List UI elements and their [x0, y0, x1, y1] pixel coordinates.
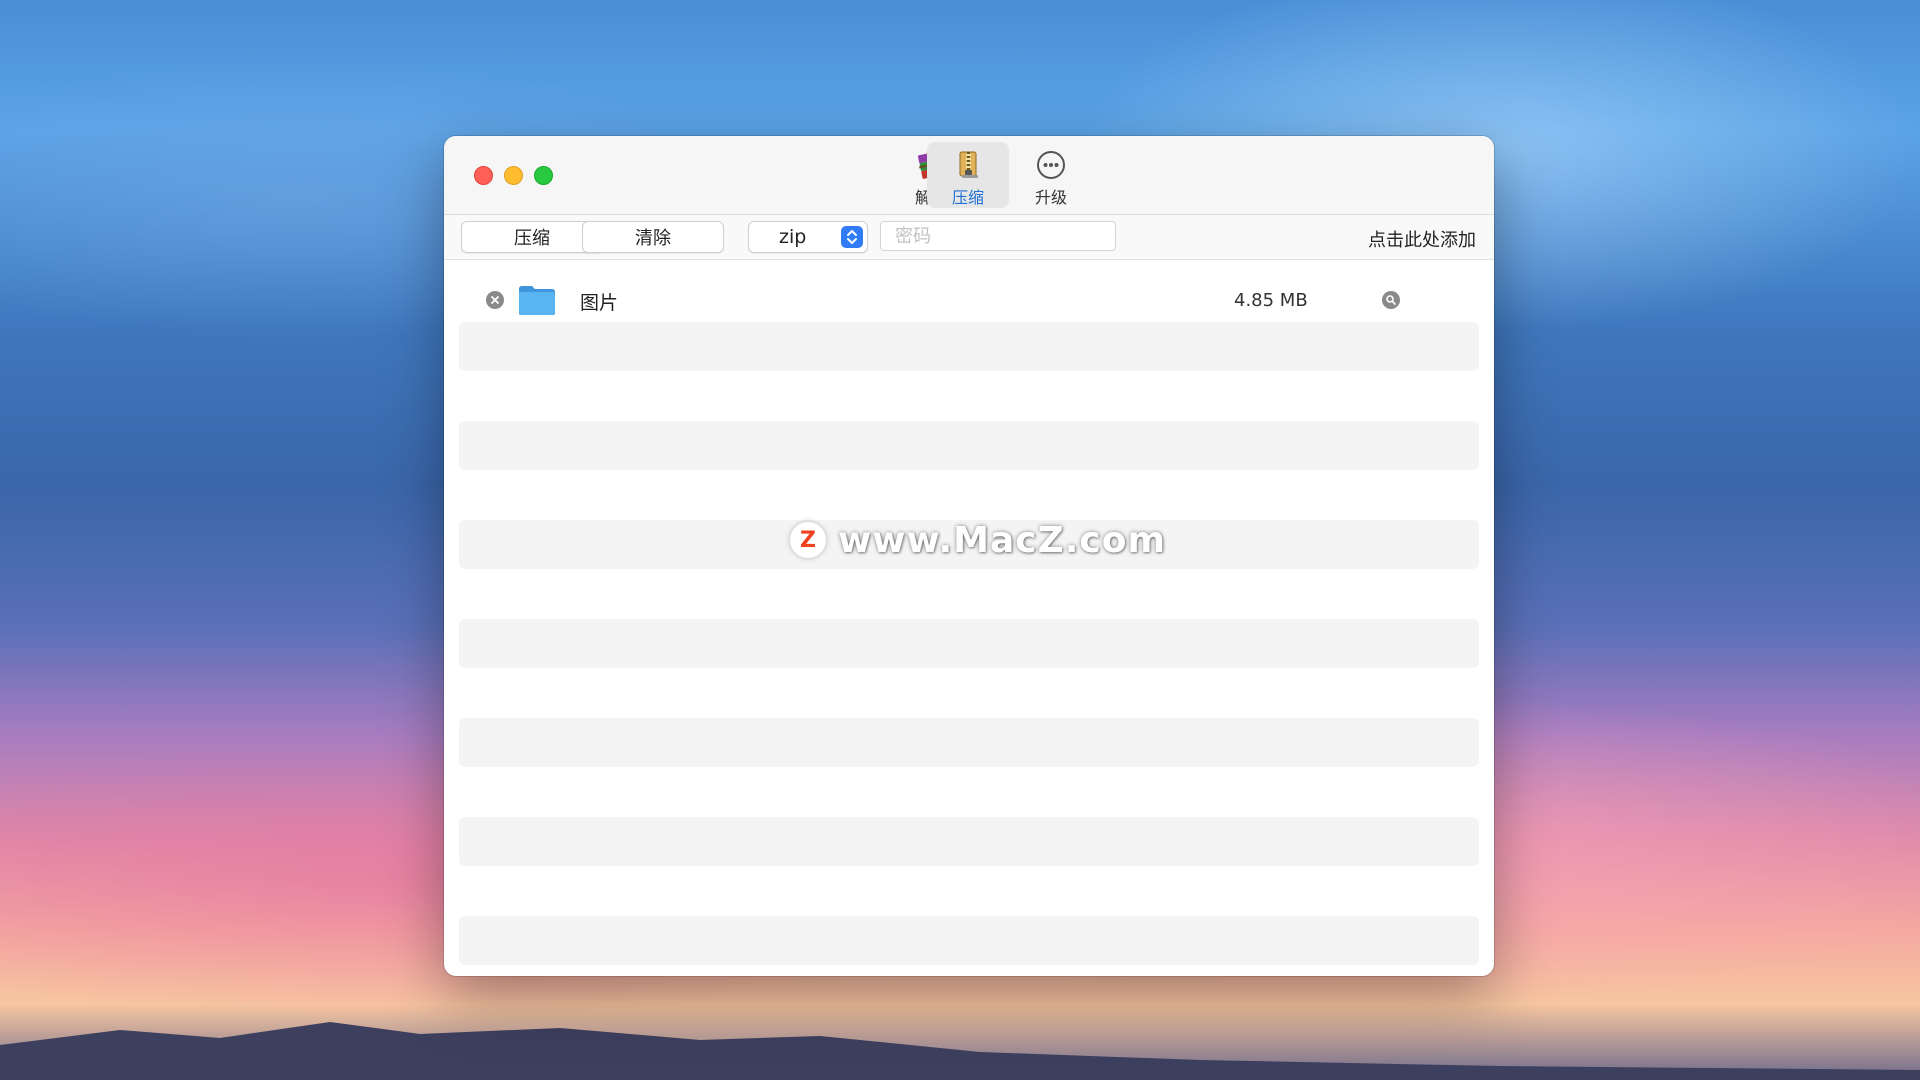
mountain-silhouette: [0, 1022, 1920, 1080]
list-row-stripe: [459, 916, 1479, 965]
click-to-add-link[interactable]: 点击此处添加: [1368, 226, 1476, 252]
close-icon: [491, 296, 499, 304]
watermark: Z www.MacZ.com: [790, 518, 1166, 562]
close-window-button[interactable]: [474, 166, 493, 185]
list-row-stripe: [459, 421, 1479, 470]
title-bar: 解压 压缩: [444, 136, 1494, 215]
file-name: 图片: [580, 292, 619, 314]
macz-logo: Z: [790, 522, 826, 558]
tab-compress[interactable]: 压缩: [927, 142, 1009, 208]
password-input[interactable]: [880, 221, 1116, 251]
action-bar: 压缩 清除 zip 点击此处添加: [444, 215, 1494, 260]
list-row-stripe: [459, 817, 1479, 866]
tab-compress-label: 压缩: [951, 188, 984, 207]
magnifier-icon: [1386, 295, 1396, 305]
minimize-window-button[interactable]: [504, 166, 523, 185]
reveal-file-button[interactable]: [1382, 291, 1400, 309]
more-circle-icon: [1033, 148, 1069, 182]
tab-upgrade[interactable]: 升级: [1010, 142, 1092, 208]
file-size: 4.85 MB: [1234, 290, 1308, 311]
zoom-window-button[interactable]: [534, 166, 553, 185]
list-row-stripe: [459, 322, 1479, 371]
format-select-value: zip: [779, 226, 807, 248]
chevron-updown-icon: [841, 226, 863, 248]
remove-file-button[interactable]: [486, 291, 504, 309]
clear-button[interactable]: 清除: [582, 221, 724, 253]
tab-upgrade-label: 升级: [1034, 188, 1067, 207]
format-select[interactable]: zip: [748, 221, 868, 253]
list-row-stripe: [459, 619, 1479, 668]
list-row-stripe: [459, 718, 1479, 767]
watermark-text: www.MacZ.com: [838, 519, 1166, 561]
zip-archive-icon: [950, 148, 986, 182]
folder-icon: [519, 286, 555, 315]
